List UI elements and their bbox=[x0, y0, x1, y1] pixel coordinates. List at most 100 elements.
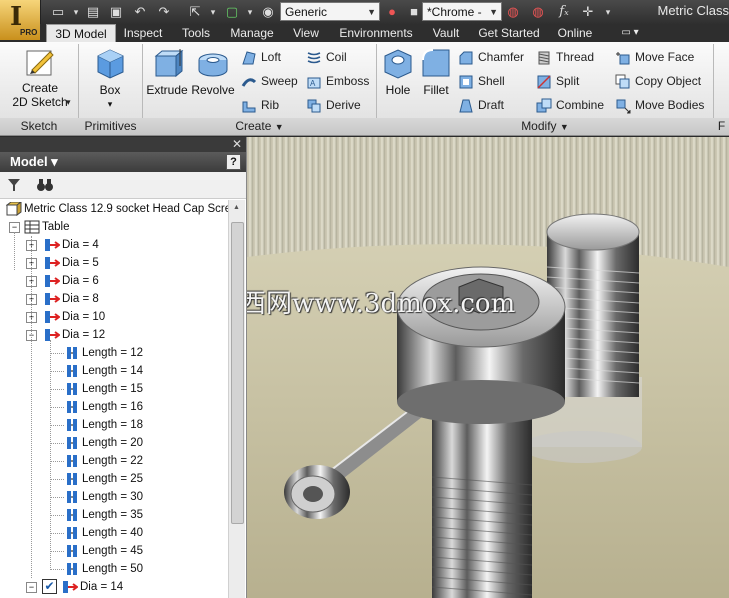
tree-length-item[interactable]: Length = 30 bbox=[66, 488, 143, 506]
sweep-button[interactable]: Sweep bbox=[241, 72, 298, 90]
new-dropdown-icon[interactable]: ▾ bbox=[68, 4, 84, 20]
emboss-button[interactable]: A Emboss bbox=[306, 72, 369, 90]
move-face-button[interactable]: Move Face bbox=[615, 48, 694, 66]
appearance-select[interactable]: *Chrome - ▼ bbox=[422, 2, 502, 21]
application-menu-button[interactable]: I PRO bbox=[0, 0, 41, 40]
tree-length-item[interactable]: Length = 25 bbox=[66, 470, 143, 488]
return-icon[interactable]: ⇱ bbox=[187, 4, 203, 20]
tree-dia-item[interactable]: Dia = 5 bbox=[42, 254, 99, 272]
tree-length-label: Length = 25 bbox=[82, 473, 144, 485]
tab-tools[interactable]: Tools bbox=[174, 24, 218, 42]
tree-dia-item-active[interactable]: ✔ Dia = 14 bbox=[42, 578, 123, 596]
tree-dia-item[interactable]: Dia = 10 bbox=[42, 308, 105, 326]
tree-table[interactable]: Table bbox=[24, 218, 70, 236]
derive-button[interactable]: Derive bbox=[306, 96, 361, 114]
graphics-viewport[interactable]: 莫西网www.3dmox.com bbox=[247, 137, 729, 598]
tab-view[interactable]: View bbox=[286, 24, 326, 42]
tree-dia-item[interactable]: Dia = 4 bbox=[42, 236, 99, 254]
combine-button[interactable]: Combine bbox=[536, 96, 604, 114]
tab-3d-model[interactable]: 3D Model bbox=[46, 24, 116, 42]
panel-label-modify[interactable]: Modify ▼ bbox=[377, 118, 713, 135]
color-wheel-icon[interactable]: ● bbox=[384, 4, 400, 20]
tree-length-item[interactable]: Length = 15 bbox=[66, 380, 143, 398]
material-select[interactable]: Generic ▼ bbox=[280, 2, 380, 21]
tab-inspect[interactable]: Inspect bbox=[118, 24, 168, 42]
loft-button[interactable]: Loft bbox=[241, 48, 281, 66]
create-2d-sketch-button[interactable]: Create 2D Sketch bbox=[8, 46, 72, 109]
tab-vault[interactable]: Vault bbox=[424, 24, 468, 42]
revolve-label: Revolve bbox=[191, 83, 235, 97]
select-dropdown-icon[interactable]: ▾ bbox=[242, 4, 258, 20]
fillet-button[interactable]: Fillet bbox=[418, 46, 454, 97]
update-icon[interactable]: ◉ bbox=[260, 4, 276, 20]
coil-button[interactable]: Coil bbox=[306, 48, 347, 66]
save-icon[interactable]: ▣ bbox=[108, 4, 124, 20]
appearance-adjust-icon[interactable]: ◍ bbox=[505, 4, 521, 20]
tree-guide bbox=[50, 443, 64, 444]
tree-dia-item[interactable]: Dia = 12 bbox=[42, 326, 105, 344]
box-dropdown-icon[interactable]: ▾ bbox=[88, 97, 132, 111]
tab-online[interactable]: Online bbox=[550, 24, 600, 42]
shell-icon bbox=[459, 75, 473, 89]
tree-length-item[interactable]: Length = 45 bbox=[66, 542, 143, 560]
panel-label-create[interactable]: Create ▼ bbox=[143, 118, 376, 135]
tree-length-item[interactable]: Length = 40 bbox=[66, 524, 143, 542]
box-button[interactable]: Box ▾ bbox=[88, 46, 132, 111]
thread-button[interactable]: Thread bbox=[536, 48, 594, 66]
tree-dia-label: Dia = 10 bbox=[62, 311, 106, 323]
filter-icon[interactable] bbox=[6, 177, 22, 193]
tab-manage[interactable]: Manage bbox=[226, 24, 278, 42]
tree-length-item[interactable]: Length = 50 bbox=[66, 560, 143, 578]
hole-button[interactable]: Hole bbox=[380, 46, 416, 97]
tree-length-label: Length = 50 bbox=[82, 563, 144, 575]
tree-length-item[interactable]: Length = 18 bbox=[66, 416, 143, 434]
extrude-icon bbox=[154, 49, 184, 78]
appearance-icon[interactable]: ■ bbox=[406, 4, 422, 20]
tree-length-item[interactable]: Length = 16 bbox=[66, 398, 143, 416]
tree-length-item[interactable]: Length = 20 bbox=[66, 434, 143, 452]
return-dropdown-icon[interactable]: ▾ bbox=[205, 4, 221, 20]
panel-label-primitives: Primitives bbox=[84, 119, 137, 133]
tree-length-item[interactable]: Length = 12 bbox=[66, 344, 143, 362]
tab-environments[interactable]: Environments bbox=[334, 24, 418, 42]
camera-dropdown-icon[interactable]: ▭ ▾ bbox=[610, 24, 650, 42]
panel-label-sketch: Sketch bbox=[20, 119, 58, 133]
redo-icon[interactable]: ↷ bbox=[156, 4, 172, 20]
browser-header[interactable]: Model ▾ ? bbox=[0, 152, 246, 172]
undo-icon[interactable]: ↶ bbox=[132, 4, 148, 20]
copy-object-button[interactable]: Copy Object bbox=[615, 72, 701, 90]
parameters-icon[interactable]: fₓ bbox=[556, 4, 572, 20]
tree-length-label: Length = 22 bbox=[82, 455, 144, 467]
shell-button[interactable]: Shell bbox=[458, 72, 505, 90]
expand-icon[interactable]: − bbox=[26, 582, 37, 593]
browser-scrollbar[interactable]: ▲ bbox=[228, 200, 245, 598]
move-bodies-button[interactable]: Move Bodies bbox=[615, 96, 704, 114]
help-icon[interactable]: ? bbox=[226, 154, 241, 170]
find-binoculars-icon[interactable] bbox=[36, 177, 54, 193]
move-bodies-icon bbox=[616, 99, 631, 114]
extrude-button[interactable]: Extrude bbox=[145, 46, 189, 97]
clear-appearance-icon[interactable]: ◍ bbox=[530, 4, 546, 20]
measure-icon[interactable]: ✛ bbox=[580, 4, 596, 20]
close-icon[interactable]: ✕ bbox=[232, 137, 242, 151]
tree-dia-item[interactable]: Dia = 6 bbox=[42, 272, 99, 290]
ribbon-tabs: 3D Model Inspect Tools Manage View Envir… bbox=[40, 24, 729, 42]
revolve-button[interactable]: Revolve bbox=[190, 46, 236, 97]
tree-dia-item[interactable]: Dia = 8 bbox=[42, 290, 99, 308]
draft-button[interactable]: Draft bbox=[458, 96, 504, 114]
select-icon[interactable]: ▢ bbox=[224, 4, 240, 20]
split-button[interactable]: Split bbox=[536, 72, 579, 90]
scrollbar-thumb[interactable] bbox=[231, 222, 244, 524]
tree-length-item[interactable]: Length = 22 bbox=[66, 452, 143, 470]
new-icon[interactable]: ▭ bbox=[50, 4, 66, 20]
tab-get-started[interactable]: Get Started bbox=[474, 24, 544, 42]
sketch-dropdown-icon[interactable]: ▾ bbox=[66, 93, 71, 111]
open-icon[interactable]: ▤ bbox=[85, 4, 101, 20]
tree-length-item[interactable]: Length = 35 bbox=[66, 506, 143, 524]
tree-root-part[interactable]: Metric Class 12.9 socket Head Cap Screw bbox=[5, 200, 228, 218]
rib-button[interactable]: Rib bbox=[241, 96, 279, 114]
tree-length-item[interactable]: Length = 14 bbox=[66, 362, 143, 380]
customize-dropdown-icon[interactable]: ▾ bbox=[600, 4, 616, 20]
chamfer-button[interactable]: Chamfer bbox=[458, 48, 524, 66]
scroll-up-icon[interactable]: ▲ bbox=[233, 204, 240, 211]
